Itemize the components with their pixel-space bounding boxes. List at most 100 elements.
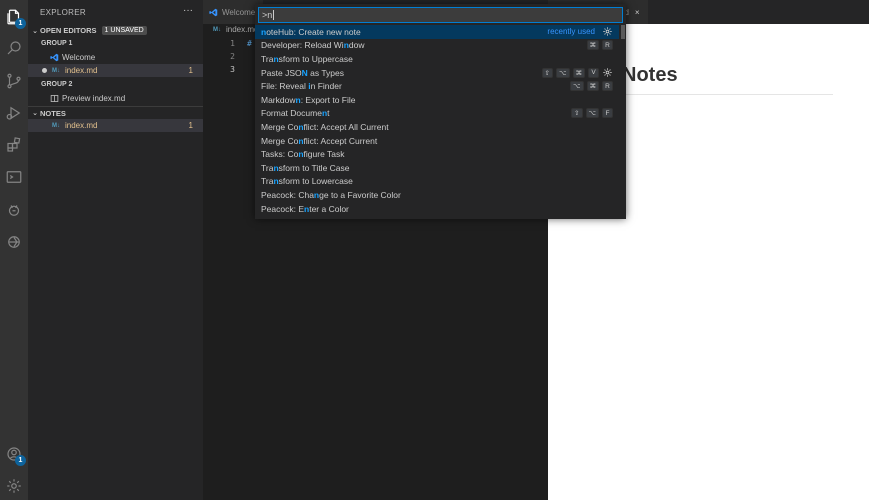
markdown-icon: M↓ [52,122,60,129]
command-label: File: Reveal in Finder [261,81,342,91]
explorer-sidebar: EXPLORER ··· ⌄ OPEN EDITORS 1 UNSAVED GR… [28,0,203,500]
vscode-icon [209,8,218,16]
label-text: t [327,108,330,119]
command-item[interactable]: Peacock: Change to a Favorite Color [255,188,619,202]
remote-explorer-icon[interactable] [4,232,24,252]
recently-used-label: recently used [547,27,595,37]
label-text: ge to a Favorite Color [319,189,401,200]
label-text: File: Reveal [261,81,309,92]
command-label: Merge Conflict: Accept All Current [261,122,389,132]
label-text: figure Task [303,149,345,160]
open-editor-label: index.md [65,66,98,75]
command-item[interactable]: Transform to Uppercase [255,52,619,66]
command-right: ⇧ ⌥ ⌘ V [541,66,613,80]
label-text: Peacock: Cha [261,189,314,200]
command-palette: >n noteHub: Create new note recently used… [255,4,626,219]
command-item[interactable]: Paste JSON as Types ⇧ ⌥ ⌘ V [255,66,619,80]
open-editor-label: Welcome [62,53,96,62]
label-text: oteHub: Create new note [266,26,361,37]
command-right: ⇧ ⌥ F [571,107,613,121]
tab-welcome[interactable]: Welcome [203,0,263,24]
command-right: recently used [547,25,613,39]
account-icon[interactable]: 1 [4,444,26,466]
breadcrumb[interactable]: M↓ index.md [211,25,258,34]
command-item[interactable]: Format Document ⇧ ⌥ F [255,107,619,121]
label-text: n Finder [310,81,342,92]
label-text: dow [348,40,365,51]
configure-keybinding-gear-icon[interactable] [602,67,613,78]
command-label: Paste JSON as Types [261,68,344,78]
command-item[interactable]: File: Reveal in Finder ⌥ ⌘ R [255,79,619,93]
markdown-icon: M↓ [52,67,60,74]
command-label: noteHub: Create new note [261,27,361,37]
more-actions-icon[interactable]: ··· [183,5,193,16]
preview-heading: Notes [622,64,678,86]
label-text: sform to Lowercase [278,176,353,187]
label-text: ter a Color [309,203,349,214]
file-label: index.md [65,121,98,130]
keybinding-key: ⇧ [571,108,583,119]
run-debug-icon[interactable] [4,103,24,123]
explorer-icon[interactable]: 1 [4,7,26,29]
command-item[interactable]: Merge Conflict: Accept All Current [255,120,619,134]
open-editor-preview[interactable]: Preview index.md [28,92,203,105]
command-right: ⌘ R [586,39,613,53]
label-text: : Export to File [300,94,356,105]
source-control-icon[interactable] [4,71,24,91]
activity-bar: 1 1 [0,0,28,500]
notes-section[interactable]: ⌄ NOTES [28,106,203,119]
group1-label: GROUP 1 [41,40,73,47]
command-item[interactable]: Merge Conflict: Accept Current [255,134,619,148]
command-label: Markdown: Export to File [261,95,356,105]
vscode-icon [50,53,59,62]
keybinding-key: F [602,108,613,119]
keybinding-key: ⌘ [586,40,599,51]
command-label: Transform to Title Case [261,163,350,173]
settings-gear-icon[interactable] [4,476,24,496]
notes-label: NOTES [40,108,66,118]
command-item[interactable]: noteHub: Create new note recently used [255,25,619,39]
command-list: noteHub: Create new note recently used Dev… [255,25,619,215]
command-palette-input[interactable]: >n [258,7,623,23]
command-item[interactable]: Peacock: Enter a Color [255,202,619,216]
command-label: Peacock: Enter a Color [261,204,349,214]
configure-keybinding-gear-icon[interactable] [602,26,613,37]
keybinding-key: R [602,81,613,92]
breadcrumb-file: index.md [226,25,259,34]
chevron-down-icon: ⌄ [32,110,38,117]
command-label: Transform to Lowercase [261,176,353,186]
command-label: Transform to Uppercase [261,54,353,64]
keybinding-key: V [588,67,599,78]
label-text: Tra [261,176,274,187]
close-icon[interactable]: × [635,8,640,17]
keybinding-key: ⌘ [586,81,599,92]
code-line[interactable]: # [247,39,252,48]
label-text: Paste JSO [261,67,302,78]
command-item[interactable]: Tasks: Configure Task [255,147,619,161]
extensions-icon[interactable] [4,135,24,155]
keybinding-key: ⌥ [556,67,570,78]
open-editor-label: Preview index.md [62,94,126,103]
command-item[interactable]: Transform to Lowercase [255,175,619,189]
note-extension-icon[interactable] [4,200,24,220]
unsaved-dot-icon [42,68,47,73]
notes-file-index-md[interactable]: M↓ index.md 1 [28,119,203,132]
label-text: sform to Uppercase [278,53,353,64]
command-label: Format Document [261,108,330,118]
scrollbar-thumb[interactable] [621,25,625,39]
command-item[interactable]: Markdown: Export to File [255,93,619,107]
open-editor-index-md[interactable]: M↓ index.md 1 [28,64,203,77]
label-text: flict: Accept All Current [303,121,389,132]
command-item[interactable]: Transform to Title Case [255,161,619,175]
open-editors-section[interactable]: ⌄ OPEN EDITORS 1 UNSAVED [28,24,203,37]
label-text: Tra [261,53,274,64]
command-label: Developer: Reload Window [261,40,364,50]
search-icon[interactable] [4,38,24,58]
command-right: ⌥ ⌘ R [570,79,613,93]
open-editor-welcome[interactable]: Welcome [28,51,203,64]
preview-icon [50,95,59,102]
terminal-icon[interactable] [4,167,24,187]
command-item[interactable]: Developer: Reload Window ⌘ R [255,39,619,53]
open-editors-label: OPEN EDITORS [40,26,97,35]
command-label: Merge Conflict: Accept Current [261,136,377,146]
